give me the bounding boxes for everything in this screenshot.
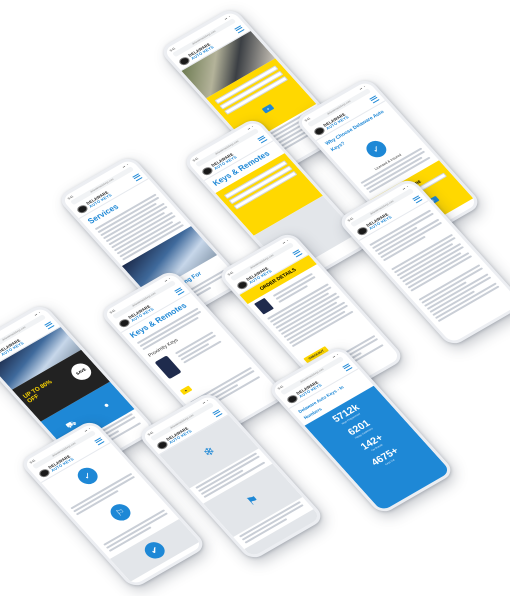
location-pin-icon[interactable]: ●: [101, 400, 111, 409]
thumbs-up-icon: ✔: [140, 539, 169, 562]
hamburger-menu-icon[interactable]: [256, 134, 268, 144]
hamburger-menu-icon[interactable]: [341, 362, 353, 372]
hamburger-menu-icon[interactable]: [93, 436, 105, 446]
hamburger-menu-icon[interactable]: [211, 408, 223, 418]
key-icon: ⚐: [106, 501, 135, 524]
hamburger-menu-icon[interactable]: [173, 286, 185, 296]
shield-check-icon: ✓: [73, 464, 102, 488]
add-to-cart-button[interactable]: ▸: [179, 385, 193, 396]
save-badge: SAVE: [67, 360, 96, 384]
hamburger-menu-icon[interactable]: [291, 248, 303, 258]
hamburger-menu-icon[interactable]: [233, 24, 245, 34]
hamburger-menu-icon[interactable]: [368, 94, 380, 104]
get-quote-button[interactable]: ▸: [261, 104, 275, 114]
hamburger-menu-icon[interactable]: [131, 172, 143, 182]
hamburger-menu-icon[interactable]: [411, 194, 423, 204]
promo-headline: UP TO 80% OFF: [22, 379, 54, 405]
mockup-stage: 9:41 ▪▪ ◔ delawareautokeys.com DELAWARE AUTO…: [0, 0, 510, 596]
hamburger-menu-icon[interactable]: [43, 320, 55, 330]
shield-check-icon: ✓: [362, 137, 391, 161]
